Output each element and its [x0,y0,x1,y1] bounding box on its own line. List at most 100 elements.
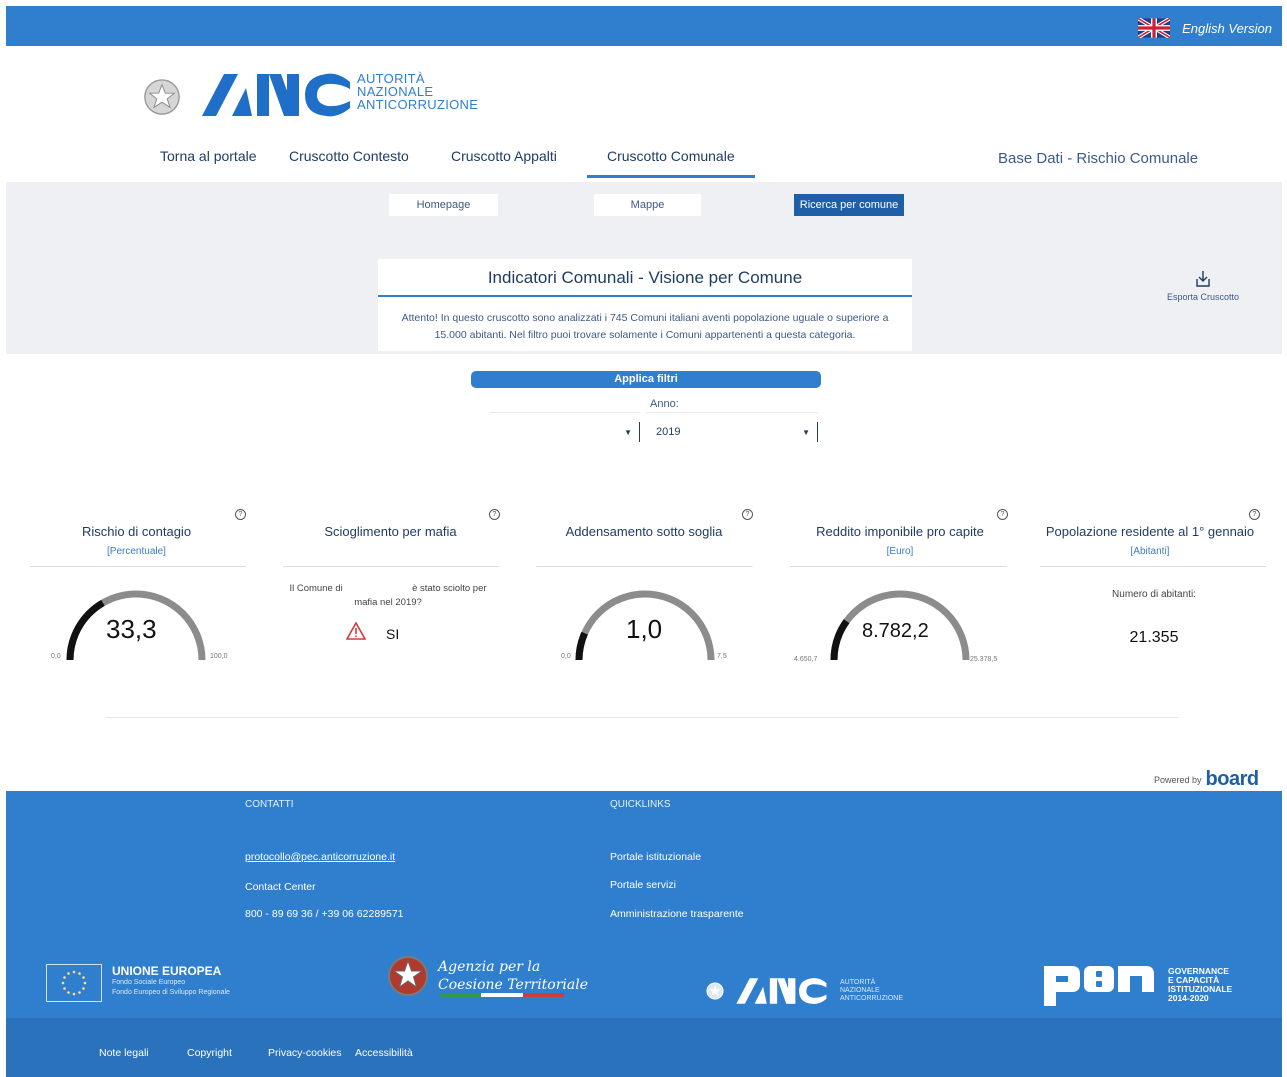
gauge-addensamento-max: 7,5 [717,653,727,660]
nav-torna-al-portale[interactable]: Torna al portale [160,148,257,164]
quicklink-portale-istituzionale[interactable]: Portale istituzionale [610,851,701,863]
filter-divider [490,412,640,413]
help-icon[interactable]: ? [997,509,1008,520]
gauge-contagio-value: 33,3 [106,614,157,644]
italian-emblem-icon [388,956,428,996]
notice-line-1: Attento! In questo cruscotto sono analiz… [401,312,889,324]
anac-footer-line-1: AUTORITÀ [840,979,876,986]
notice-line-2: 15.000 abitanti. Nel filtro puoi trovare… [434,329,856,341]
gauge-fill [830,619,850,661]
title-underline [378,295,912,297]
kpi-separator [283,566,499,567]
kpi-mafia-title: Scioglimento per mafia [324,524,457,539]
select-divider [810,422,818,442]
kpi-separator [1040,566,1266,567]
pon-line-4: 2014-2020 [1168,993,1209,1003]
download-icon [1196,271,1210,287]
top-bar: English Version [6,6,1282,46]
gauge-contagio-min: 0,0 [51,653,61,660]
gauge-addensamento-min: 0,0 [561,653,571,660]
page-title: Indicatori Comunali - Visione per Comune [487,268,803,287]
anno-select[interactable]: 2019 ▼ [656,421,818,443]
kpi-separator [30,566,246,567]
notice-text: Attento! In questo cruscotto sono analiz… [378,310,912,344]
anac-logo-icon [736,978,827,1004]
anac-footer-line-2: NAZIONALE [840,987,880,994]
privacy-cookies-link[interactable]: Privacy-cookies [268,1047,342,1059]
kpi-contagio-title: Rischio di contagio [81,524,192,539]
mafia-answer: SI [386,626,400,642]
italian-emblem-icon [144,79,180,115]
eu-sub-1: Fondo Sociale Europeo [112,979,186,986]
mafia-text-a: Il Comune di [289,583,343,594]
copyright-link[interactable]: Copyright [187,1047,232,1059]
eu-logo: UNIONE EUROPEA Fondo Sociale Europeo Fon… [46,964,230,1002]
help-icon[interactable]: ? [742,509,753,520]
anac-name: AUTORITÀ NAZIONALE ANTICORRUZIONE [357,72,478,111]
kpi-separator [536,566,753,567]
export-label: Esporta Cruscotto [1166,292,1240,302]
quicklink-amministrazione-trasparente[interactable]: Amministrazione trasparente [610,908,744,920]
subnav-mappe[interactable]: Mappe [594,194,701,216]
italian-emblem-icon [706,982,724,1000]
chevron-down-icon: ▼ [624,427,632,437]
base-dati-link[interactable]: Base Dati - Rischio Comunale [998,150,1198,167]
abitanti-label: Numero di abitanti: [1112,589,1196,600]
pon-logo-icon [1044,966,1154,1006]
gauge-fill [575,631,588,661]
phone-number: 800 - 89 69 36 / +39 06 62289571 [245,908,404,920]
kpi-contagio-unit: [Percentuale] [107,546,166,557]
warning-icon [346,622,366,640]
subnav-ricerca-per-comune[interactable]: Ricerca per comune [794,194,904,216]
comune-select[interactable]: ▼ [470,421,640,443]
contatti-heading: CONTATTI [245,799,294,810]
anac-footer-line-3: ANTICORRUZIONE [840,995,903,1002]
filter-divider [646,412,818,413]
agenzia-line-2: Coesione Territoriale [438,977,589,993]
chevron-down-icon: ▼ [802,427,810,437]
gauge-reddito-value: 8.782,2 [862,620,929,642]
help-icon[interactable]: ? [235,509,246,520]
kpi-reddito-unit: [Euro] [886,546,914,557]
powered-by-board[interactable]: Powered by board [1154,768,1259,791]
note-legali-link[interactable]: Note legali [99,1047,149,1059]
nav-cruscotto-appalti[interactable]: Cruscotto Appalti [451,148,557,164]
quicklinks-heading: QUICKLINKS [610,799,671,810]
gauge-addensamento-value: 1,0 [626,614,663,644]
kpi-addensamento-title: Addensamento sotto soglia [565,524,723,539]
anac-logo-icon [202,73,350,117]
kpi-popolazione-title: Popolazione residente al 1° gennaio [1045,524,1255,539]
apply-filters-button[interactable]: Applica filtri [471,371,821,388]
mafia-question: Il Comune di è stato sciolto per mafia n… [288,582,488,610]
contact-center-link[interactable]: Contact Center [245,881,316,893]
italian-tricolor [440,993,564,997]
quicklink-portale-servizi[interactable]: Portale servizi [610,879,676,891]
help-icon[interactable]: ? [1249,509,1260,520]
board-logo: board [1205,768,1260,790]
anac-footer-logo: AUTORITÀ NAZIONALE ANTICORRUZIONE [706,977,903,1005]
select-divider [632,422,640,442]
content-divider [106,717,1179,718]
nav-cruscotto-comunale[interactable]: Cruscotto Comunale [607,148,735,164]
eu-title: UNIONE EUROPEA [112,964,222,978]
gauge-reddito-max: 25.378,5 [970,656,998,663]
uk-flag-icon [1138,18,1171,38]
gauge-fill [66,599,105,661]
eu-flag-icon [46,964,102,1002]
anac-line-3: ANTICORRUZIONE [357,97,479,112]
subnav-homepage[interactable]: Homepage [389,194,498,216]
pec-email-link[interactable]: protocollo@pec.anticorruzione.it [245,851,395,863]
eu-sub-2: Fondo Europeo di Sviluppo Regionale [112,989,230,996]
mafia-text-b: è stato sciolto per [412,583,487,594]
kpi-separator [790,566,1007,567]
english-version-link[interactable]: English Version [1138,18,1272,38]
export-button[interactable]: Esporta Cruscotto [1160,270,1246,302]
help-icon[interactable]: ? [489,509,500,520]
agenzia-line-1: Agenzia per la [438,959,541,975]
powered-by-label: Powered by [1154,774,1202,785]
gauge-reddito-min: 4.650,7 [794,656,818,663]
accessibilita-link[interactable]: Accessibilità [355,1047,413,1059]
gauge-contagio-max: 100,0 [210,653,228,660]
nav-cruscotto-contesto[interactable]: Cruscotto Contesto [289,148,409,164]
anno-label: Anno: [650,398,679,410]
